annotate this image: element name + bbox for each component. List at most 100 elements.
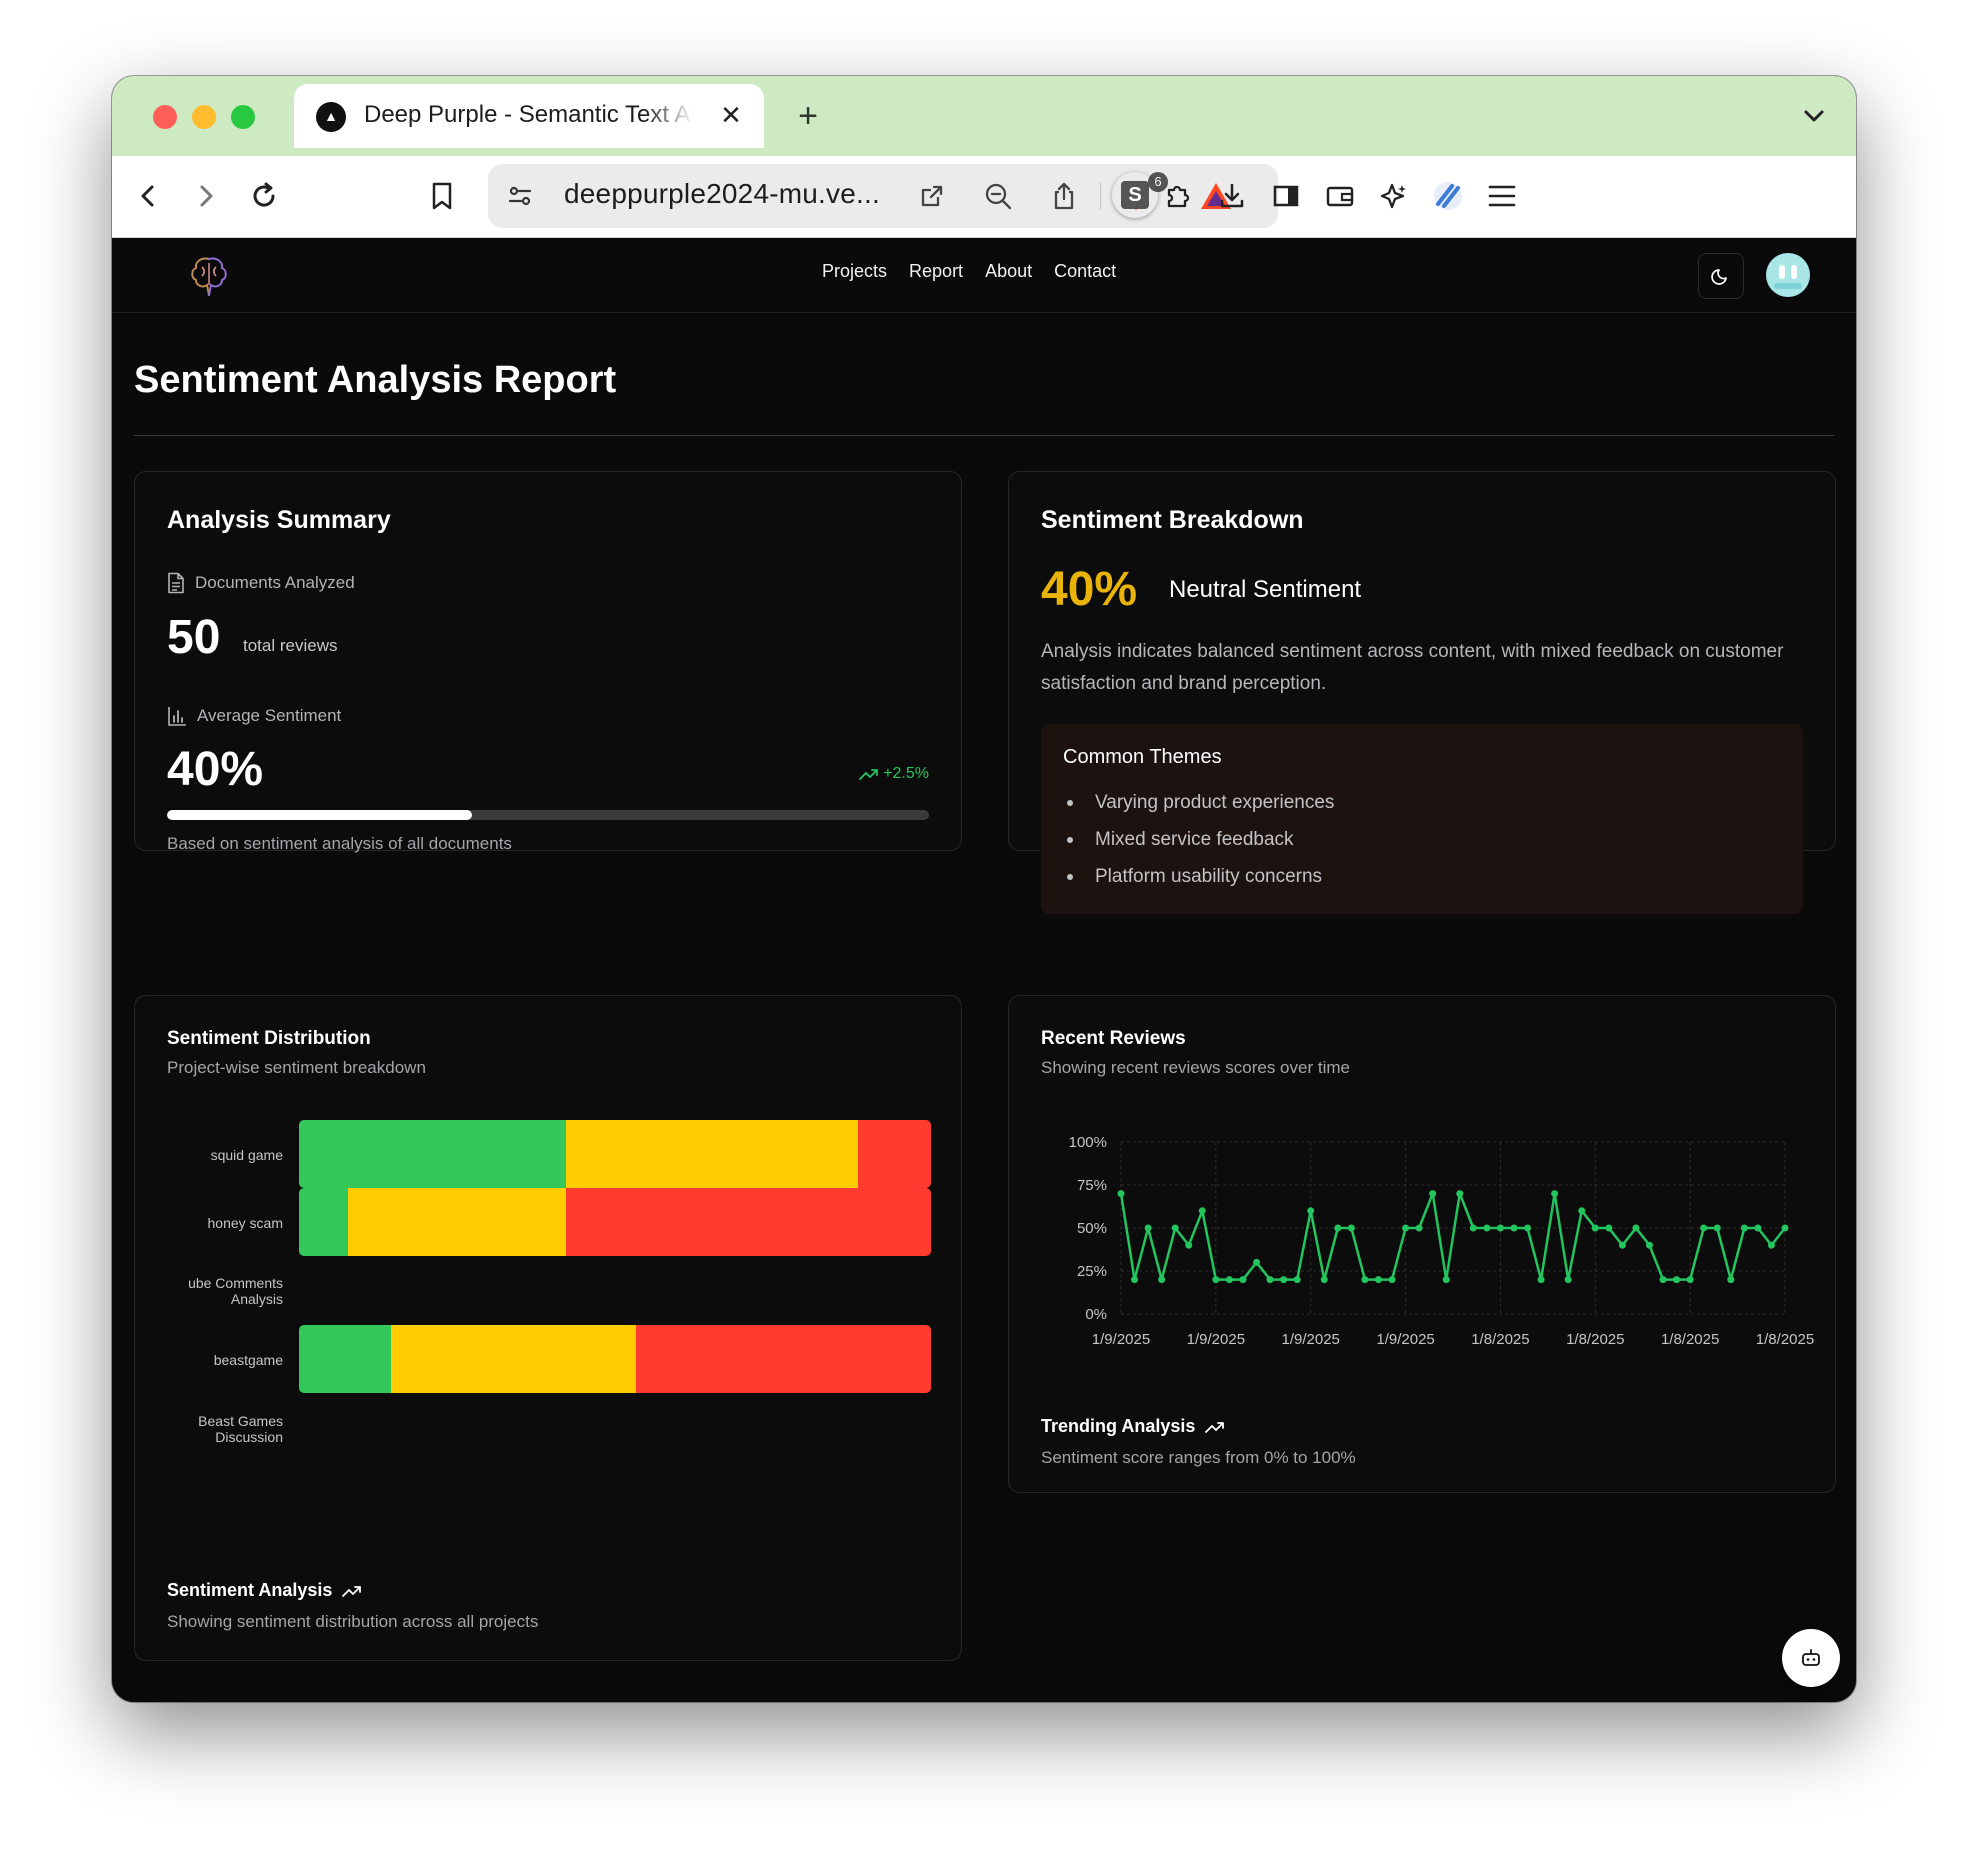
nav-link-about[interactable]: About (985, 261, 1032, 282)
neutral-segment[interactable] (347, 1188, 567, 1256)
data-point[interactable] (1767, 1241, 1775, 1249)
site-settings-icon[interactable] (500, 176, 540, 216)
data-point[interactable] (1483, 1224, 1491, 1232)
data-point[interactable] (1185, 1241, 1193, 1249)
theme-toggle-button[interactable] (1698, 253, 1744, 299)
nav-link-contact[interactable]: Contact (1054, 261, 1116, 282)
sentiment-stacked-bar[interactable] (299, 1325, 931, 1393)
data-point[interactable] (1280, 1276, 1288, 1284)
nav-link-projects[interactable]: Projects (822, 261, 887, 282)
data-point[interactable] (1442, 1276, 1450, 1284)
close-window-button[interactable] (153, 105, 177, 129)
positive-segment[interactable] (299, 1325, 392, 1393)
data-point[interactable] (1198, 1207, 1206, 1215)
back-icon[interactable] (128, 176, 168, 216)
data-point[interactable] (1158, 1276, 1166, 1284)
brain-logo-icon[interactable] (184, 251, 234, 301)
data-point[interactable] (1320, 1276, 1328, 1284)
share-icon[interactable] (1044, 176, 1084, 216)
chatbot-button[interactable] (1782, 1629, 1840, 1687)
forward-icon[interactable] (186, 176, 226, 216)
data-point[interactable] (1225, 1276, 1233, 1284)
extensions-puzzle-icon[interactable] (1158, 176, 1198, 216)
data-point[interactable] (1524, 1224, 1532, 1232)
data-point[interactable] (1564, 1276, 1572, 1284)
negative-segment[interactable] (858, 1120, 931, 1188)
minimize-window-button[interactable] (192, 105, 216, 129)
negative-segment[interactable] (566, 1188, 931, 1256)
vpn-extension-icon[interactable] (1428, 176, 1468, 216)
data-point[interactable] (1673, 1276, 1681, 1284)
data-point[interactable] (1307, 1207, 1315, 1215)
data-point[interactable] (1266, 1276, 1274, 1284)
data-point[interactable] (1347, 1224, 1355, 1232)
neutral-segment[interactable] (566, 1120, 859, 1188)
data-point[interactable] (1144, 1224, 1152, 1232)
data-point[interactable] (1253, 1258, 1261, 1266)
data-point[interactable] (1415, 1224, 1423, 1232)
data-point[interactable] (1591, 1224, 1599, 1232)
download-icon[interactable] (1212, 176, 1252, 216)
data-point[interactable] (1700, 1224, 1708, 1232)
maximize-window-button[interactable] (231, 105, 255, 129)
new-tab-button[interactable]: + (788, 96, 828, 136)
data-point[interactable] (1510, 1224, 1518, 1232)
x-tick-label: 1/8/2025 (1661, 1331, 1719, 1348)
main-menu-icon[interactable] (1482, 176, 1522, 216)
breakdown-label: Neutral Sentiment (1169, 576, 1362, 603)
negative-segment[interactable] (636, 1325, 931, 1393)
extension-s-icon[interactable]: S (1112, 172, 1158, 218)
sentiment-stacked-bar[interactable] (299, 1188, 931, 1256)
data-point[interactable] (1388, 1276, 1396, 1284)
reviews-footer-title: Trending Analysis (1041, 1416, 1225, 1437)
data-point[interactable] (1293, 1276, 1301, 1284)
data-point[interactable] (1781, 1224, 1789, 1232)
nav-link-report[interactable]: Report (909, 261, 963, 282)
data-point[interactable] (1740, 1224, 1748, 1232)
reload-icon[interactable] (244, 176, 284, 216)
sidebar-toggle-icon[interactable] (1266, 176, 1306, 216)
data-point[interactable] (1727, 1276, 1735, 1284)
browser-tab[interactable]: ▲ Deep Purple - Semantic Text Analysis ✕ (294, 84, 764, 148)
data-point[interactable] (1605, 1224, 1613, 1232)
data-point[interactable] (1551, 1190, 1559, 1198)
data-point[interactable] (1212, 1276, 1220, 1284)
data-point[interactable] (1686, 1276, 1694, 1284)
data-point[interactable] (1632, 1224, 1640, 1232)
leo-ai-icon[interactable] (1374, 176, 1414, 216)
data-point[interactable] (1334, 1224, 1342, 1232)
document-icon (168, 572, 184, 594)
data-point[interactable] (1361, 1276, 1369, 1284)
sentiment-breakdown-card: Sentiment Breakdown 40% Neutral Sentimen… (1008, 471, 1836, 914)
positive-segment[interactable] (299, 1120, 567, 1188)
data-point[interactable] (1713, 1224, 1721, 1232)
data-point[interactable] (1374, 1276, 1382, 1284)
data-point[interactable] (1171, 1224, 1179, 1232)
open-external-icon[interactable] (912, 176, 952, 216)
tab-list-chevron-icon[interactable] (1798, 100, 1830, 132)
bookmark-icon[interactable] (422, 176, 462, 216)
positive-segment[interactable] (299, 1188, 348, 1256)
data-point[interactable] (1239, 1276, 1247, 1284)
data-point[interactable] (1117, 1190, 1125, 1198)
data-point[interactable] (1429, 1190, 1437, 1198)
data-point[interactable] (1645, 1241, 1653, 1249)
url-text[interactable]: deeppurple2024-mu.ve... (564, 178, 880, 210)
data-point[interactable] (1131, 1276, 1139, 1284)
data-point[interactable] (1659, 1276, 1667, 1284)
data-point[interactable] (1496, 1224, 1504, 1232)
data-point[interactable] (1469, 1224, 1477, 1232)
data-point[interactable] (1618, 1241, 1626, 1249)
zoom-out-icon[interactable] (978, 176, 1018, 216)
close-tab-icon[interactable]: ✕ (714, 98, 748, 132)
data-point[interactable] (1456, 1190, 1464, 1198)
data-point[interactable] (1402, 1224, 1410, 1232)
data-point[interactable] (1754, 1224, 1762, 1232)
data-point[interactable] (1537, 1276, 1545, 1284)
wallet-icon[interactable] (1320, 176, 1360, 216)
sentiment-stacked-bar[interactable] (299, 1120, 931, 1188)
data-point[interactable] (1578, 1207, 1586, 1215)
trending-up-icon (859, 769, 879, 780)
neutral-segment[interactable] (391, 1325, 637, 1393)
user-avatar[interactable] (1766, 253, 1810, 297)
